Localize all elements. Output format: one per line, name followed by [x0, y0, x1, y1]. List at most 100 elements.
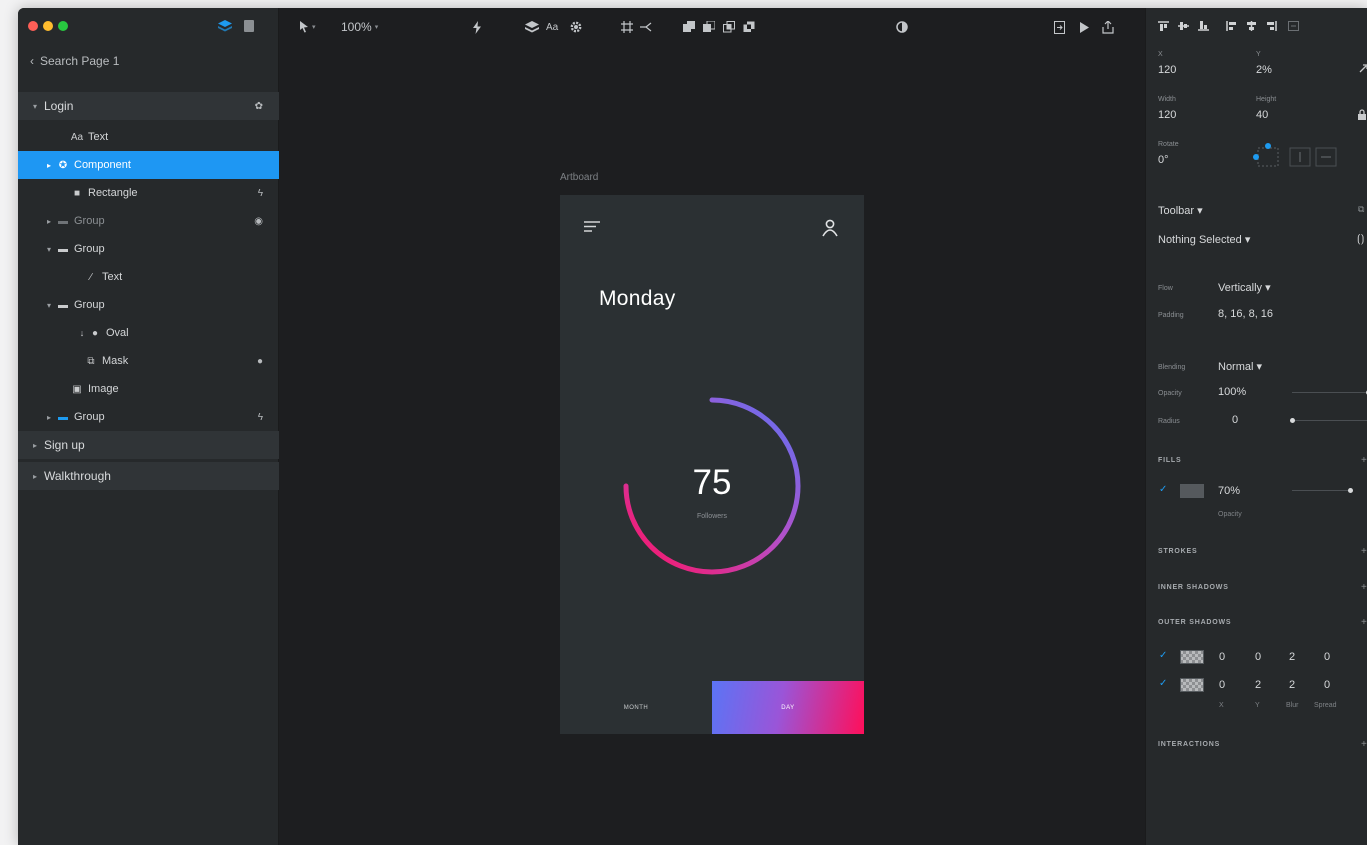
layer-walkthrough[interactable]: ▸ Walkthrough [18, 462, 279, 490]
chevron-right-icon[interactable]: ▸ [30, 441, 40, 450]
align-left-icon[interactable] [1226, 21, 1237, 31]
align-top-icon[interactable] [1158, 21, 1169, 31]
frame-icon[interactable] [621, 19, 633, 35]
override-dropdown[interactable]: Nothing Selected ▾ [1158, 233, 1250, 246]
blending-dropdown[interactable]: Normal ▾ [1218, 360, 1262, 373]
padding-field[interactable]: 8, 16, 8, 16 [1218, 308, 1273, 320]
layer-text[interactable]: Aa Text [18, 123, 279, 151]
shadow-blur-field[interactable]: 2 [1289, 651, 1295, 663]
gear-icon[interactable] [570, 19, 582, 35]
layer-component[interactable]: ▸ ✪ Component [18, 151, 279, 179]
align-middle-icon[interactable] [1178, 21, 1189, 31]
bolt-icon[interactable]: ϟ [258, 188, 263, 199]
layer-group[interactable]: ▾ ▬ Group [18, 235, 279, 263]
rotate-field[interactable]: 0° [1158, 154, 1169, 166]
components-tab-icon[interactable] [242, 19, 256, 33]
mask-toggle-icon[interactable]: ● [257, 356, 263, 367]
fill-color-swatch[interactable] [1180, 484, 1204, 498]
brackets-icon[interactable]: ⟮⟯ [1357, 233, 1364, 246]
fill-opacity-slider[interactable] [1292, 490, 1350, 491]
layers-tab-icon[interactable] [218, 19, 232, 33]
gear-icon[interactable]: ✿ [255, 101, 263, 112]
layer-text[interactable]: ∕ Text [18, 263, 279, 291]
contrast-icon[interactable] [896, 19, 908, 35]
union-icon[interactable] [683, 19, 695, 35]
layer-image[interactable]: ▣ Image [18, 375, 279, 403]
artboard-title[interactable]: Artboard [560, 172, 598, 183]
layer-login[interactable]: ▾ Login ✿ [18, 92, 279, 120]
radius-slider-knob[interactable] [1290, 418, 1295, 423]
chevron-down-icon[interactable]: ▾ [30, 102, 40, 111]
chevron-down-icon[interactable]: ▾ [44, 301, 54, 310]
shadow-y-field[interactable]: 0 [1255, 651, 1261, 663]
tab-month[interactable]: MONTH [560, 681, 712, 734]
chevron-right-icon[interactable]: ▸ [30, 472, 40, 481]
layer-group[interactable]: ▸ ▬ Group ϟ [18, 403, 279, 431]
preview-play-icon[interactable] [1079, 19, 1089, 35]
shadow-y-field[interactable]: 2 [1255, 679, 1261, 691]
shadow-color-swatch[interactable] [1180, 650, 1204, 664]
layer-oval[interactable]: ↓ ● Oval [18, 319, 279, 347]
minimize-window-button[interactable] [43, 21, 53, 31]
shadow-checkbox-icon[interactable]: ✓ [1159, 650, 1167, 661]
add-interaction-icon[interactable]: + [1361, 739, 1367, 750]
close-window-button[interactable] [28, 21, 38, 31]
artboard[interactable]: Monday 75 Followers MONTH DAY [560, 195, 864, 734]
difference-icon[interactable] [743, 19, 755, 35]
hamburger-menu-icon[interactable] [584, 221, 600, 236]
shadow-spread-field[interactable]: 0 [1324, 679, 1330, 691]
share-icon[interactable] [1102, 19, 1114, 35]
detach-icon[interactable]: ⧉ [1358, 204, 1364, 215]
add-outer-shadow-icon[interactable]: + [1361, 617, 1367, 628]
chevron-right-icon[interactable]: ▸ [44, 217, 54, 226]
shadow-x-field[interactable]: 0 [1219, 651, 1225, 663]
layer-rectangle[interactable]: ■ Rectangle ϟ [18, 179, 279, 207]
fill-opacity-field[interactable]: 70% [1218, 485, 1240, 497]
opacity-field[interactable]: 100% [1218, 386, 1246, 398]
bolt-icon[interactable]: ϟ [258, 412, 263, 423]
chevron-right-icon[interactable]: ▸ [44, 413, 54, 422]
chevron-down-icon[interactable]: ▾ [44, 245, 54, 254]
shadow-x-field[interactable]: 0 [1219, 679, 1225, 691]
intersect-icon[interactable] [723, 19, 735, 35]
lock-ratio-icon[interactable] [1358, 109, 1366, 123]
x-field[interactable]: 120 [1158, 64, 1176, 76]
radius-field[interactable]: 0 [1232, 414, 1238, 426]
link-icon[interactable] [640, 19, 652, 35]
pointer-tool[interactable]: ▾ [299, 19, 316, 35]
text-style-icon[interactable]: Aa [546, 19, 558, 35]
opacity-slider[interactable] [1292, 392, 1367, 393]
fill-checkbox-icon[interactable]: ✓ [1159, 484, 1167, 495]
add-inner-shadow-icon[interactable]: + [1361, 582, 1367, 593]
align-center-icon[interactable] [1246, 21, 1257, 31]
subtract-icon[interactable] [703, 19, 715, 35]
mirror-icon[interactable] [1054, 19, 1065, 35]
shadow-spread-field[interactable]: 0 [1324, 651, 1330, 663]
add-fill-icon[interactable]: + [1361, 455, 1367, 466]
layer-group[interactable]: ▸ ▬ Group ◉ [18, 207, 279, 235]
radius-slider[interactable] [1292, 420, 1367, 421]
design-canvas[interactable]: Artboard Monday 75 Followers MONTH DAY [279, 46, 1147, 845]
symbol-icon[interactable] [525, 19, 539, 35]
align-right-icon[interactable] [1266, 21, 1277, 31]
zoom-select[interactable]: 100% ▾ [341, 19, 378, 35]
layer-mask[interactable]: ⧉ Mask ● [18, 347, 279, 375]
distribute-icon[interactable] [1288, 21, 1299, 31]
shadow-color-swatch[interactable] [1180, 678, 1204, 692]
add-stroke-icon[interactable]: + [1361, 546, 1367, 557]
tab-day[interactable]: DAY [712, 681, 864, 734]
width-field[interactable]: 120 [1158, 109, 1176, 121]
constraint-pin-icon[interactable] [1358, 64, 1367, 77]
eye-icon[interactable]: ◉ [254, 216, 263, 227]
flow-dropdown[interactable]: Vertically ▾ [1218, 281, 1271, 294]
user-icon[interactable] [822, 219, 838, 240]
shadow-checkbox-icon[interactable]: ✓ [1159, 678, 1167, 689]
maximize-window-button[interactable] [58, 21, 68, 31]
fill-opacity-slider-knob[interactable] [1348, 488, 1353, 493]
layer-group[interactable]: ▾ ▬ Group [18, 291, 279, 319]
bolt-icon[interactable] [472, 19, 482, 35]
shadow-blur-field[interactable]: 2 [1289, 679, 1295, 691]
layer-sign-up[interactable]: ▸ Sign up [18, 431, 279, 459]
chevron-right-icon[interactable]: ▸ [44, 161, 54, 170]
y-field[interactable]: 2% [1256, 64, 1272, 76]
